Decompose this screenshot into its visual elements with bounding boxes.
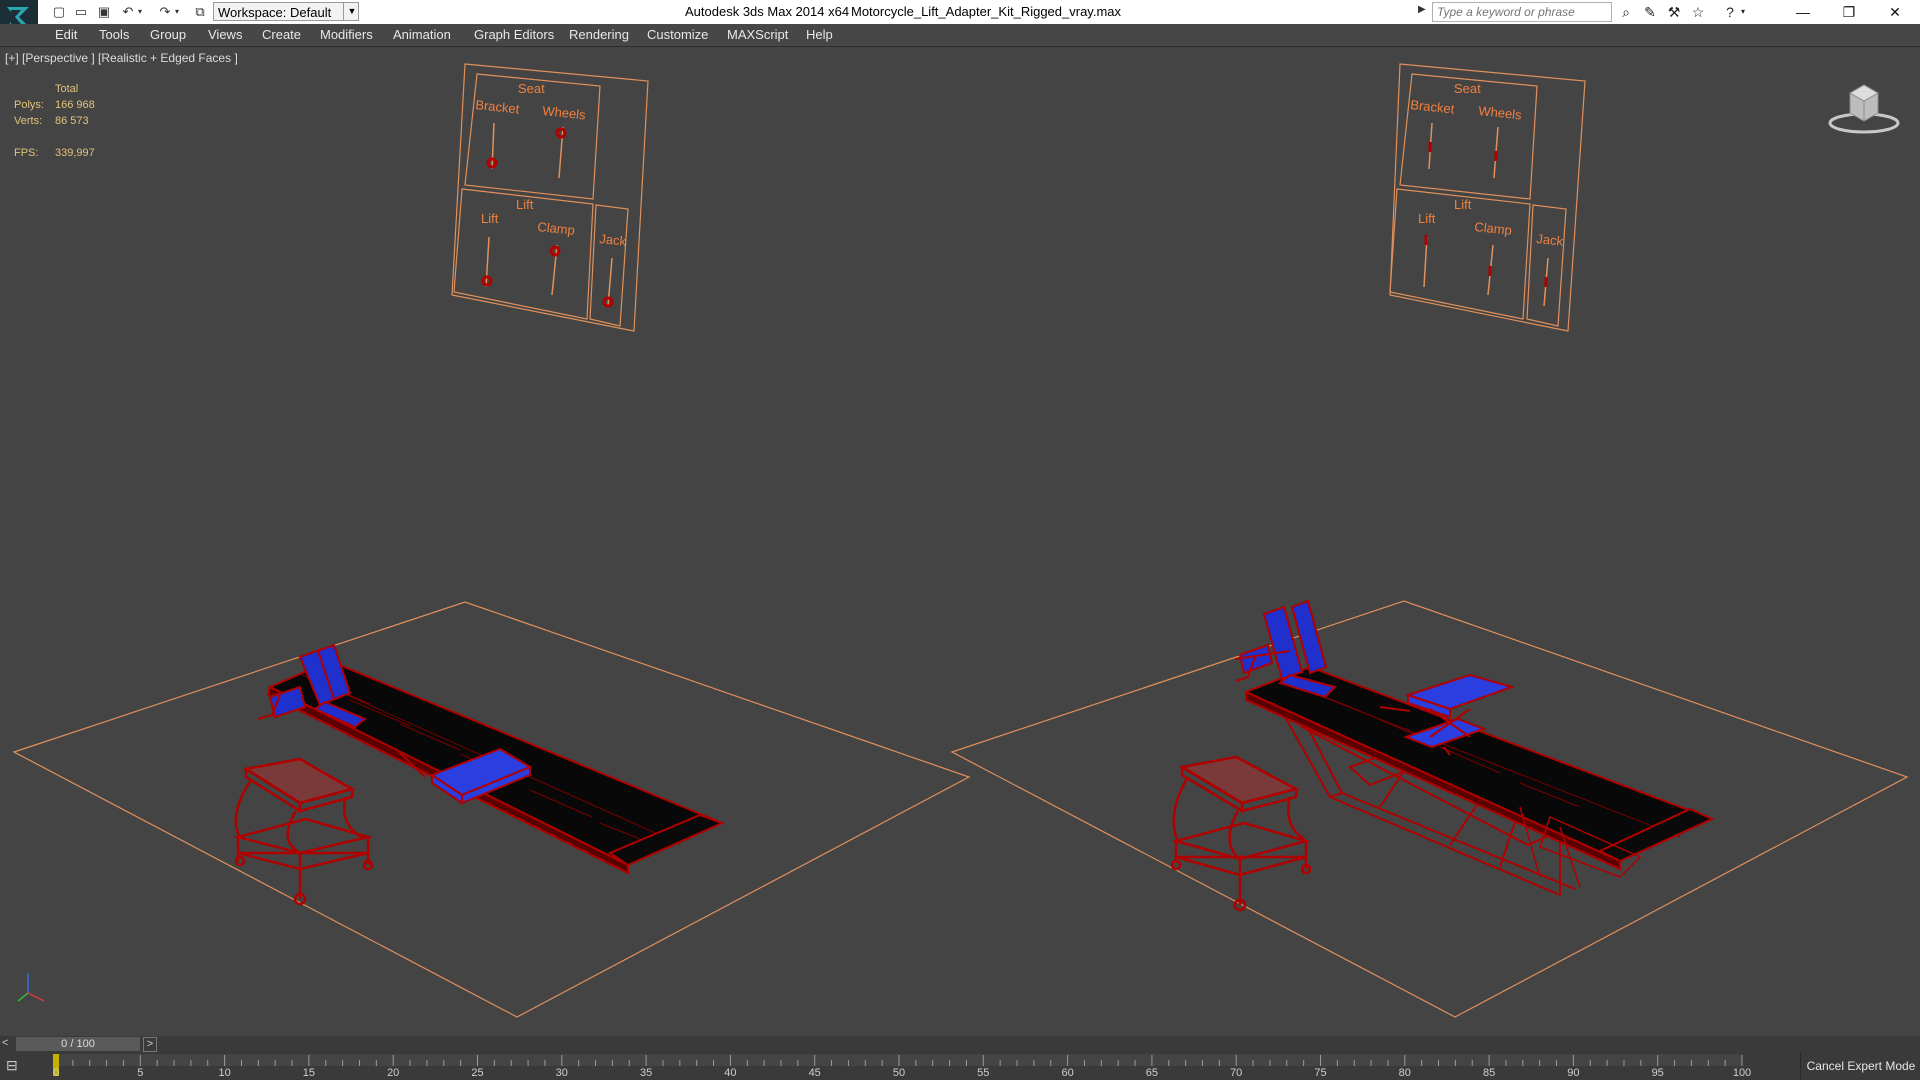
trackbar-tick-label: 20 — [387, 1067, 400, 1079]
trackbar-tick-label: 50 — [892, 1067, 906, 1079]
redo-dropdown-icon[interactable]: ▾ — [173, 3, 181, 20]
menu-group[interactable]: Group — [150, 27, 186, 42]
trackbar-tick-label: 70 — [1230, 1067, 1243, 1079]
workspace-label: Workspace: Default — [218, 5, 332, 20]
app-title: Autodesk 3ds Max 2014 x64 — [685, 4, 850, 19]
time-slider-text: 0 / 100 — [61, 1038, 95, 1050]
save-file-icon[interactable]: ▣ — [95, 3, 113, 20]
menu-animation[interactable]: Animation — [393, 27, 451, 42]
binoculars-icon[interactable]: ⌕ — [1616, 3, 1636, 21]
panel-label-lift-group-2: Lift — [1454, 197, 1472, 212]
ground-plane-right — [950, 600, 1909, 1018]
title-bar: ▢ ▭ ▣ ↶ ▾ ↷ ▾ ⧉ Workspace: Default ▼ Aut… — [0, 0, 1920, 34]
panel-label-bracket: Bracket — [475, 97, 521, 117]
service-cart-right — [1170, 755, 1312, 912]
next-frame-button[interactable]: > — [143, 1037, 157, 1052]
help-dropdown-icon[interactable]: ▾ — [1738, 3, 1748, 21]
trackbar-tick-label: 75 — [1314, 1067, 1327, 1079]
menu-views[interactable]: Views — [208, 27, 242, 42]
previous-frame-button[interactable]: < — [2, 1037, 8, 1049]
trackbar-tick-label: 40 — [724, 1067, 737, 1079]
panel-label-lift: Lift — [481, 211, 499, 226]
trackbar-tick-label: 15 — [302, 1067, 316, 1079]
trackbar-tick-label: 100 — [1732, 1067, 1752, 1079]
ground-plane-left — [12, 601, 971, 1018]
trackbar-tick-label: 65 — [1145, 1067, 1159, 1079]
trackbar-tick-label: 35 — [639, 1067, 653, 1079]
motorcycle-lift-left — [257, 643, 725, 875]
file-name: Motorcycle_Lift_Adapter_Kit_Rigged_vray.… — [851, 4, 1122, 19]
axis-gizmo-icon — [17, 973, 45, 1002]
open-file-icon[interactable]: ▭ — [72, 3, 90, 20]
menu-bar: Edit Tools Group Views Create Modifiers … — [0, 24, 1920, 47]
project-folder-icon[interactable]: ⧉ — [191, 3, 209, 20]
panel-label-jack-2: Jack — [1536, 231, 1565, 249]
menu-create[interactable]: Create — [262, 27, 301, 42]
chevron-down-icon[interactable]: ▼ — [343, 2, 360, 21]
help-icon[interactable]: ? — [1720, 3, 1740, 21]
minimize-button[interactable]: — — [1780, 0, 1826, 24]
panel-label-seat-2: Seat — [1454, 81, 1481, 96]
trackbar-tick-label: 80 — [1398, 1067, 1411, 1079]
new-file-icon[interactable]: ▢ — [50, 3, 68, 20]
trackbar-tick-label: 10 — [218, 1067, 231, 1079]
menu-tools[interactable]: Tools — [99, 27, 129, 42]
panel-label-jack: Jack — [599, 231, 628, 249]
panel-label-wheels-2: Wheels — [1478, 103, 1523, 123]
trackbar-tick-label: 5 — [137, 1067, 144, 1079]
restore-button[interactable]: ❐ — [1826, 0, 1872, 24]
trackbar-tick-label: 95 — [1651, 1067, 1664, 1079]
trackbar-tick-label: 55 — [977, 1067, 990, 1079]
scene-canvas: Seat Bracket Wheels Lift Lift Clamp Jack — [12, 63, 1909, 1018]
trackbar-tick-label: 45 — [808, 1067, 821, 1079]
trackbar-tick-label: 60 — [1061, 1067, 1074, 1079]
workspace-dropdown[interactable]: Workspace: Default — [213, 2, 359, 21]
panel-label-lift-group: Lift — [516, 197, 534, 212]
control-sliders-left — [485, 122, 613, 307]
panel-label-clamp-2: Clamp — [1474, 219, 1513, 238]
track-bar[interactable]: ⊟ 0 5 10 15 20 25 30 35 40 45 50 55 60 65 70 75 80 85 90 95… — [0, 1052, 1920, 1080]
control-panel-labels-right: Seat Bracket Wheels Lift Lift Clamp Jack — [1410, 81, 1565, 249]
search-expand-icon[interactable]: ▶ — [1418, 4, 1426, 15]
trackbar-tick-label: 90 — [1567, 1067, 1580, 1079]
search-input[interactable] — [1432, 2, 1612, 22]
time-slider-thumb[interactable]: 0 / 100 — [16, 1037, 140, 1051]
menu-help[interactable]: Help — [806, 27, 833, 42]
cancel-expert-mode-button[interactable]: Cancel Expert Mode — [1800, 1052, 1920, 1080]
undo-dropdown-icon[interactable]: ▾ — [136, 3, 144, 20]
menu-modifiers[interactable]: Modifiers — [320, 27, 373, 42]
redo-icon[interactable]: ↷ — [156, 3, 174, 20]
communication-center-icon[interactable]: ⚒ — [1664, 3, 1684, 21]
trackbar-tick-label: 25 — [471, 1067, 484, 1079]
time-slider-bar: < 0 / 100 > — [0, 1036, 1920, 1052]
perspective-viewport[interactable]: [+] [Perspective ] [Realistic + Edged Fa… — [0, 46, 1920, 1037]
trackbar-tick-label: 85 — [1482, 1067, 1496, 1079]
menu-rendering[interactable]: Rendering — [569, 27, 629, 42]
menu-maxscript[interactable]: MAXScript — [727, 27, 788, 42]
panel-label-seat: Seat — [518, 81, 545, 96]
trackbar-tick-label: 0 — [52, 1067, 60, 1079]
panel-label-bracket-2: Bracket — [1410, 97, 1456, 117]
menu-customize[interactable]: Customize — [647, 27, 708, 42]
panel-label-wheels: Wheels — [542, 103, 587, 123]
control-panel-labels-left: Seat Bracket Wheels Lift Lift Clamp Jack — [475, 81, 628, 249]
subscription-icon[interactable]: ✎ — [1640, 3, 1660, 21]
menu-graph-editors[interactable]: Graph Editors — [474, 27, 554, 42]
control-slider-handles-right — [1424, 142, 1548, 287]
panel-label-lift-2: Lift — [1418, 211, 1436, 226]
undo-icon[interactable]: ↶ — [119, 3, 137, 20]
close-button[interactable]: ✕ — [1872, 0, 1918, 24]
panel-label-clamp: Clamp — [537, 219, 576, 238]
favorites-star-icon[interactable]: ☆ — [1688, 3, 1708, 21]
service-cart-left — [233, 757, 374, 906]
trackbar-tick-label: 30 — [555, 1067, 568, 1079]
menu-edit[interactable]: Edit — [55, 27, 77, 42]
